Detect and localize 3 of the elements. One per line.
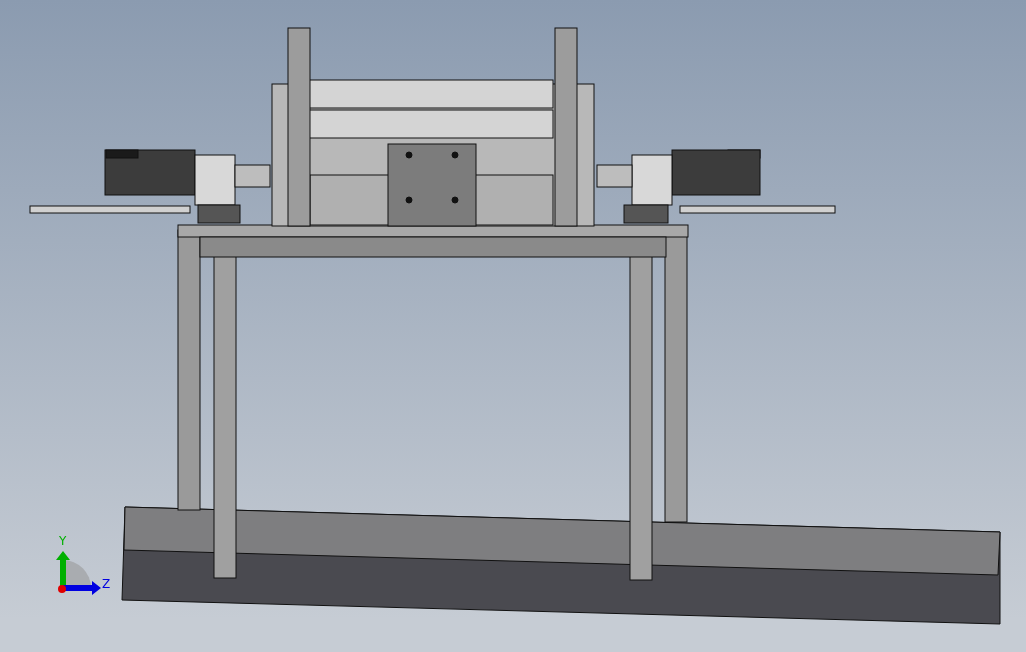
origin-icon: [58, 585, 66, 593]
axis-label: Z: [102, 577, 111, 591]
axis-label: Y: [59, 534, 67, 548]
